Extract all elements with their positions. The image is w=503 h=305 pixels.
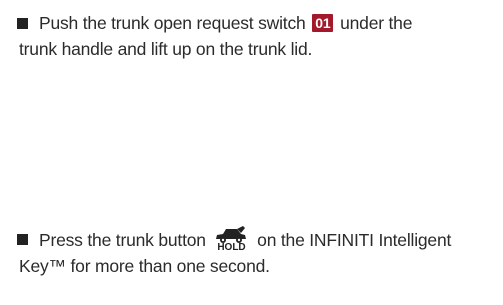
instruction-text: Push the trunk open request switch bbox=[39, 13, 306, 33]
square-bullet-icon bbox=[17, 234, 28, 245]
hold-label: HOLD bbox=[217, 242, 246, 253]
instruction-line-2: Key™ for more than one second. bbox=[19, 256, 270, 276]
square-bullet-icon bbox=[17, 18, 28, 29]
instruction-item-key-button: Press the trunk button HOLD on the INFIN… bbox=[17, 226, 493, 279]
instruction-line-1: Press the trunk button HOLD on the INFIN… bbox=[17, 226, 493, 253]
instruction-text: under the bbox=[340, 13, 413, 33]
callout-number-badge: 01 bbox=[312, 14, 334, 32]
instruction-text: Press the trunk button bbox=[39, 230, 206, 250]
instruction-line-2: trunk handle and lift up on the trunk li… bbox=[19, 39, 313, 59]
car-trunk-open-icon: HOLD bbox=[212, 226, 250, 253]
instruction-text: on the INFINITI Intelligent bbox=[257, 230, 452, 250]
instruction-item-trunk-switch: Push the trunk open request switch 01 un… bbox=[17, 10, 493, 62]
instruction-line-1: Push the trunk open request switch 01 un… bbox=[17, 10, 493, 36]
